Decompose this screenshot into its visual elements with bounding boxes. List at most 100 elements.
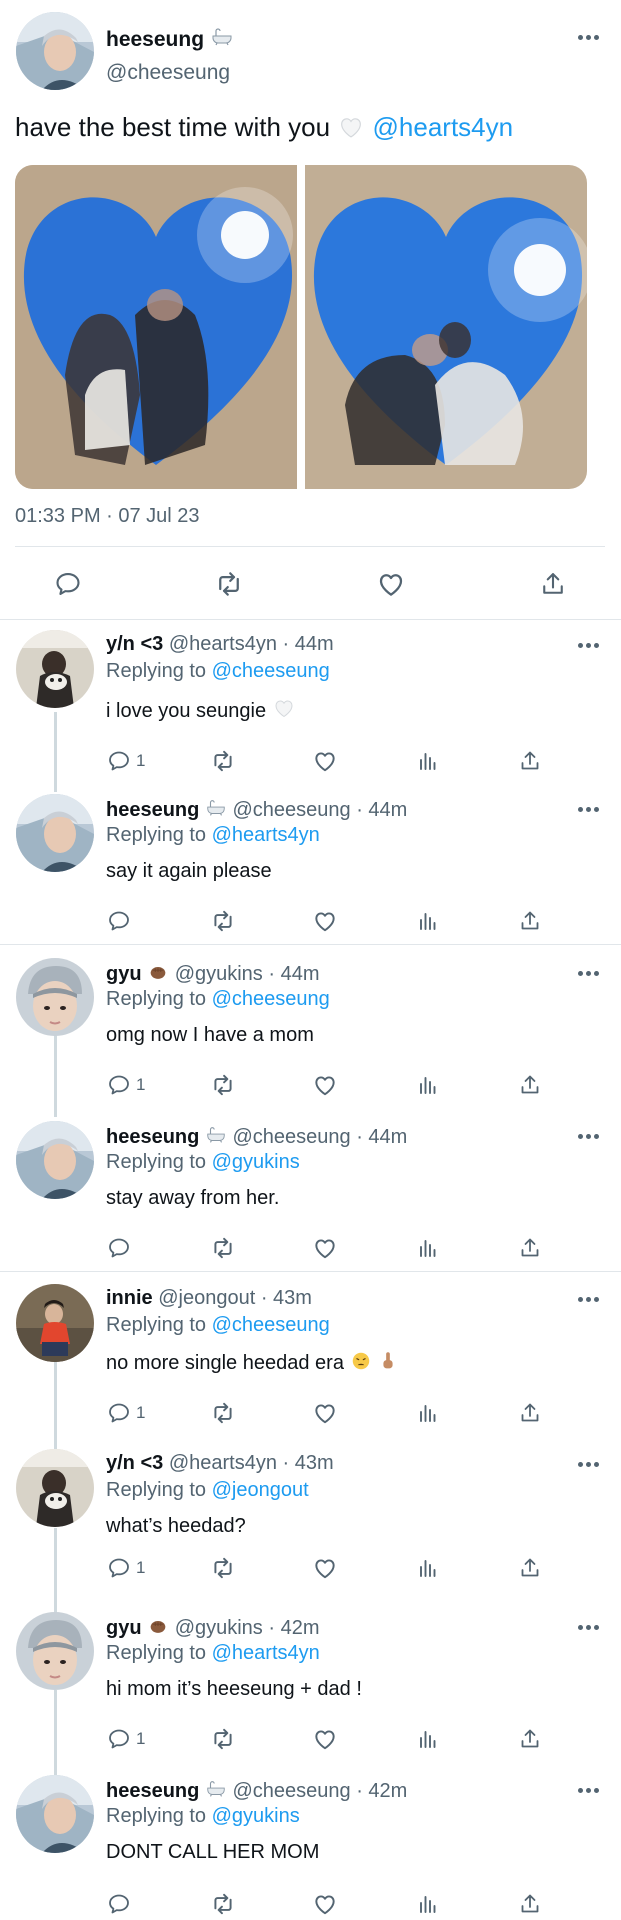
stats-icon[interactable] bbox=[416, 1553, 440, 1583]
share-icon[interactable] bbox=[518, 1553, 542, 1583]
mention-link[interactable]: @hearts4yn bbox=[373, 112, 514, 142]
more-options-icon[interactable] bbox=[578, 1785, 602, 1795]
reply-icon[interactable]: 1 bbox=[107, 1553, 145, 1583]
more-options-icon[interactable] bbox=[578, 640, 602, 650]
share-icon[interactable] bbox=[518, 1889, 542, 1919]
more-options-icon[interactable] bbox=[578, 1459, 602, 1469]
author-name[interactable]: gyu bbox=[106, 963, 142, 985]
reply-icon[interactable] bbox=[107, 1889, 131, 1919]
retweet-icon[interactable] bbox=[210, 1398, 236, 1428]
like-icon[interactable] bbox=[312, 906, 338, 936]
retweet-icon[interactable] bbox=[210, 1889, 236, 1919]
reply-icon[interactable]: 1 bbox=[107, 1070, 145, 1100]
reply-text: hi mom it’s heeseung + dad ! bbox=[106, 1678, 362, 1700]
replying-to-link[interactable]: @hearts4yn bbox=[212, 824, 320, 846]
stats-icon[interactable] bbox=[416, 1070, 440, 1100]
retweet-icon[interactable] bbox=[210, 1070, 236, 1100]
like-icon[interactable] bbox=[373, 566, 409, 602]
author-name[interactable]: gyu bbox=[106, 1617, 142, 1639]
stats-icon[interactable] bbox=[416, 1398, 440, 1428]
share-icon[interactable] bbox=[518, 1070, 542, 1100]
reply-header: y/n <3 @hearts4yn · 43m bbox=[106, 1452, 334, 1475]
reply-icon[interactable]: 1 bbox=[107, 1724, 145, 1754]
share-icon[interactable] bbox=[518, 906, 542, 936]
avatar[interactable] bbox=[16, 1284, 94, 1362]
retweet-icon[interactable] bbox=[211, 566, 247, 602]
more-options-icon[interactable] bbox=[578, 1622, 602, 1632]
reply-icon[interactable]: 1 bbox=[107, 1398, 145, 1428]
stats-icon[interactable] bbox=[416, 746, 440, 776]
like-icon[interactable] bbox=[312, 1233, 338, 1263]
author-name[interactable]: heeseung bbox=[106, 799, 199, 821]
like-icon[interactable] bbox=[312, 1553, 338, 1583]
stats-icon[interactable] bbox=[416, 906, 440, 936]
avatar[interactable] bbox=[16, 794, 94, 872]
more-options-icon[interactable] bbox=[578, 1131, 602, 1141]
author-meta[interactable]: @cheeseung · 44m bbox=[232, 799, 407, 821]
avatar[interactable] bbox=[16, 1775, 94, 1853]
tweet-timestamp[interactable]: 01:33 PM · 07 Jul 23 bbox=[15, 505, 200, 528]
share-icon[interactable] bbox=[518, 746, 542, 776]
more-options-icon[interactable] bbox=[578, 804, 602, 814]
stats-icon[interactable] bbox=[416, 1724, 440, 1754]
avatar[interactable] bbox=[16, 958, 94, 1036]
author-meta[interactable]: @gyukins · 42m bbox=[175, 1617, 320, 1639]
avatar[interactable] bbox=[16, 1612, 94, 1690]
share-icon[interactable] bbox=[518, 1233, 542, 1263]
author-handle[interactable]: @cheeseung bbox=[106, 61, 230, 85]
reply-header: heeseung @cheeseung · 42m bbox=[106, 1778, 407, 1803]
share-icon[interactable] bbox=[535, 566, 571, 602]
stats-icon[interactable] bbox=[416, 1889, 440, 1919]
stats-icon[interactable] bbox=[416, 1233, 440, 1263]
like-icon[interactable] bbox=[312, 1070, 338, 1100]
author-meta[interactable]: @cheeseung · 42m bbox=[232, 1780, 407, 1802]
author-name[interactable]: innie bbox=[106, 1287, 153, 1309]
author-meta[interactable]: @jeongout · 43m bbox=[158, 1287, 312, 1309]
reply-action-bar bbox=[0, 1889, 621, 1919]
retweet-icon[interactable] bbox=[210, 746, 236, 776]
author-meta[interactable]: @hearts4yn · 43m bbox=[169, 1452, 334, 1474]
tweet-photo[interactable] bbox=[15, 165, 297, 489]
reply-text: omg now I have a mom bbox=[106, 1024, 314, 1046]
like-icon[interactable] bbox=[312, 746, 338, 776]
like-icon[interactable] bbox=[312, 1398, 338, 1428]
reply-text: no more single heedad era bbox=[106, 1350, 399, 1375]
author-name[interactable]: heeseung bbox=[106, 25, 234, 52]
author-name[interactable]: heeseung bbox=[106, 1780, 199, 1802]
fist-icon bbox=[147, 1615, 169, 1637]
author-meta[interactable]: @hearts4yn · 44m bbox=[169, 633, 334, 655]
more-options-icon[interactable] bbox=[578, 32, 602, 42]
more-options-icon[interactable] bbox=[578, 1294, 602, 1304]
retweet-icon[interactable] bbox=[210, 1553, 236, 1583]
avatar[interactable] bbox=[16, 12, 94, 90]
more-options-icon[interactable] bbox=[578, 968, 602, 978]
replying-to-link[interactable]: @cheeseung bbox=[212, 660, 330, 682]
tweet-photo[interactable] bbox=[305, 165, 587, 489]
replying-to-link[interactable]: @hearts4yn bbox=[212, 1642, 320, 1664]
like-icon[interactable] bbox=[312, 1889, 338, 1919]
avatar[interactable] bbox=[16, 1449, 94, 1527]
replying-to-link[interactable]: @cheeseung bbox=[212, 1314, 330, 1336]
reply-icon[interactable] bbox=[107, 906, 131, 936]
avatar[interactable] bbox=[16, 1121, 94, 1199]
author-name[interactable]: y/n <3 bbox=[106, 633, 163, 655]
retweet-icon[interactable] bbox=[210, 906, 236, 936]
author-name[interactable]: heeseung bbox=[106, 1126, 199, 1148]
like-icon[interactable] bbox=[312, 1724, 338, 1754]
reply-icon[interactable] bbox=[50, 566, 86, 602]
share-icon[interactable] bbox=[518, 1398, 542, 1428]
author-name[interactable]: y/n <3 bbox=[106, 1452, 163, 1474]
reply-icon[interactable]: 1 bbox=[107, 746, 145, 776]
share-icon[interactable] bbox=[518, 1724, 542, 1754]
replying-to-link[interactable]: @gyukins bbox=[212, 1151, 300, 1173]
reply-icon[interactable] bbox=[107, 1233, 131, 1263]
white-heart-icon bbox=[272, 696, 296, 720]
replying-to-link[interactable]: @cheeseung bbox=[212, 988, 330, 1010]
author-meta[interactable]: @cheeseung · 44m bbox=[232, 1126, 407, 1148]
author-meta[interactable]: @gyukins · 44m bbox=[175, 963, 320, 985]
avatar[interactable] bbox=[16, 630, 94, 708]
retweet-icon[interactable] bbox=[210, 1724, 236, 1754]
retweet-icon[interactable] bbox=[210, 1233, 236, 1263]
replying-to-link[interactable]: @gyukins bbox=[212, 1805, 300, 1827]
replying-to-link[interactable]: @jeongout bbox=[212, 1479, 309, 1501]
